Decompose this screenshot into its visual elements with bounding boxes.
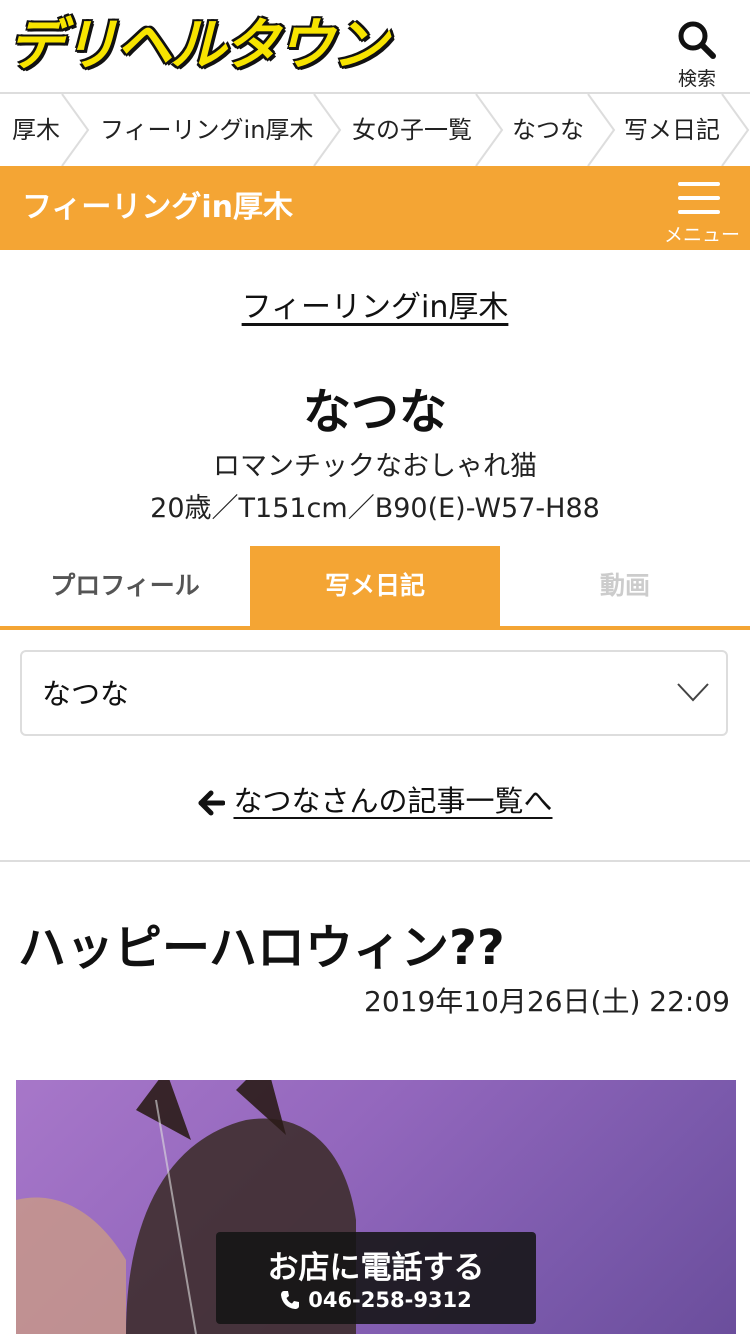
search-icon [678,21,716,59]
call-tel-number: 046-258-9312 [308,1288,472,1312]
call-tel: 046-258-9312 [216,1288,536,1312]
chevron-down-icon [677,683,709,702]
search-label: 検索 [677,68,716,90]
breadcrumb-chevron-icon [587,94,616,166]
girl-select-value: なつな [42,677,130,711]
breadcrumb-chevron-icon [61,94,90,166]
post-date: 2019年10月26日(土) 22:09 [364,985,730,1018]
girl-name: なつな [302,384,447,440]
girl-spec: 20歳／T151cm／B90(E)-W57-H88 [150,493,600,524]
tab-diary[interactable]: 写メ日記 [250,546,500,626]
phone-icon [281,1291,300,1309]
breadcrumb-chevron-icon [475,94,504,166]
breadcrumb-item-shop[interactable]: フィーリングin厚木 [100,94,313,166]
site-header: デリヘルタウン 検索 [0,0,750,92]
breadcrumb-item-area[interactable]: 厚木 [12,94,60,166]
breadcrumb: 厚木 フィーリングin厚木 女の子一覧 なつな 写メ日記 [0,92,750,168]
shop-header-bar: フィーリングin厚木 メニュー [0,166,750,250]
breadcrumb-chevron-icon [721,94,750,166]
back-to-list-link[interactable]: なつなさんの記事一覧へ [0,778,750,820]
back-link-text[interactable]: なつなさんの記事一覧へ [233,784,552,818]
menu-button[interactable]: メニュー [664,180,740,246]
tab-profile[interactable]: プロフィール [0,546,250,626]
tab-movie: 動画 [500,546,750,626]
breadcrumb-chevron-icon [313,94,342,166]
call-shop-button[interactable]: お店に電話する 046-258-9312 [216,1232,536,1324]
shop-link-text[interactable]: フィーリングin厚木 [242,290,509,325]
breadcrumb-item-girls[interactable]: 女の子一覧 [352,94,472,166]
divider [0,860,750,862]
menu-label: メニュー [663,224,740,246]
call-title: お店に電話する [267,1250,485,1286]
post-title: ハッピーハロウィン?? [18,920,505,976]
girl-catchphrase: ロマンチックなおしゃれ猫 [213,451,537,482]
shop-bar-title[interactable]: フィーリングin厚木 [22,166,293,250]
search-button[interactable]: 検索 [662,14,732,90]
shop-link[interactable]: フィーリングin厚木 [0,282,750,326]
breadcrumb-item-girl[interactable]: なつな [512,94,584,166]
girl-select[interactable]: なつな [20,650,728,736]
profile-tabs: プロフィール 写メ日記 動画 [0,546,750,630]
breadcrumb-item-diary[interactable]: 写メ日記 [624,94,720,166]
site-logo[interactable]: デリヘルタウン [8,10,418,82]
logo-text: デリヘルタウン [8,13,388,78]
arrow-left-icon [198,790,226,816]
